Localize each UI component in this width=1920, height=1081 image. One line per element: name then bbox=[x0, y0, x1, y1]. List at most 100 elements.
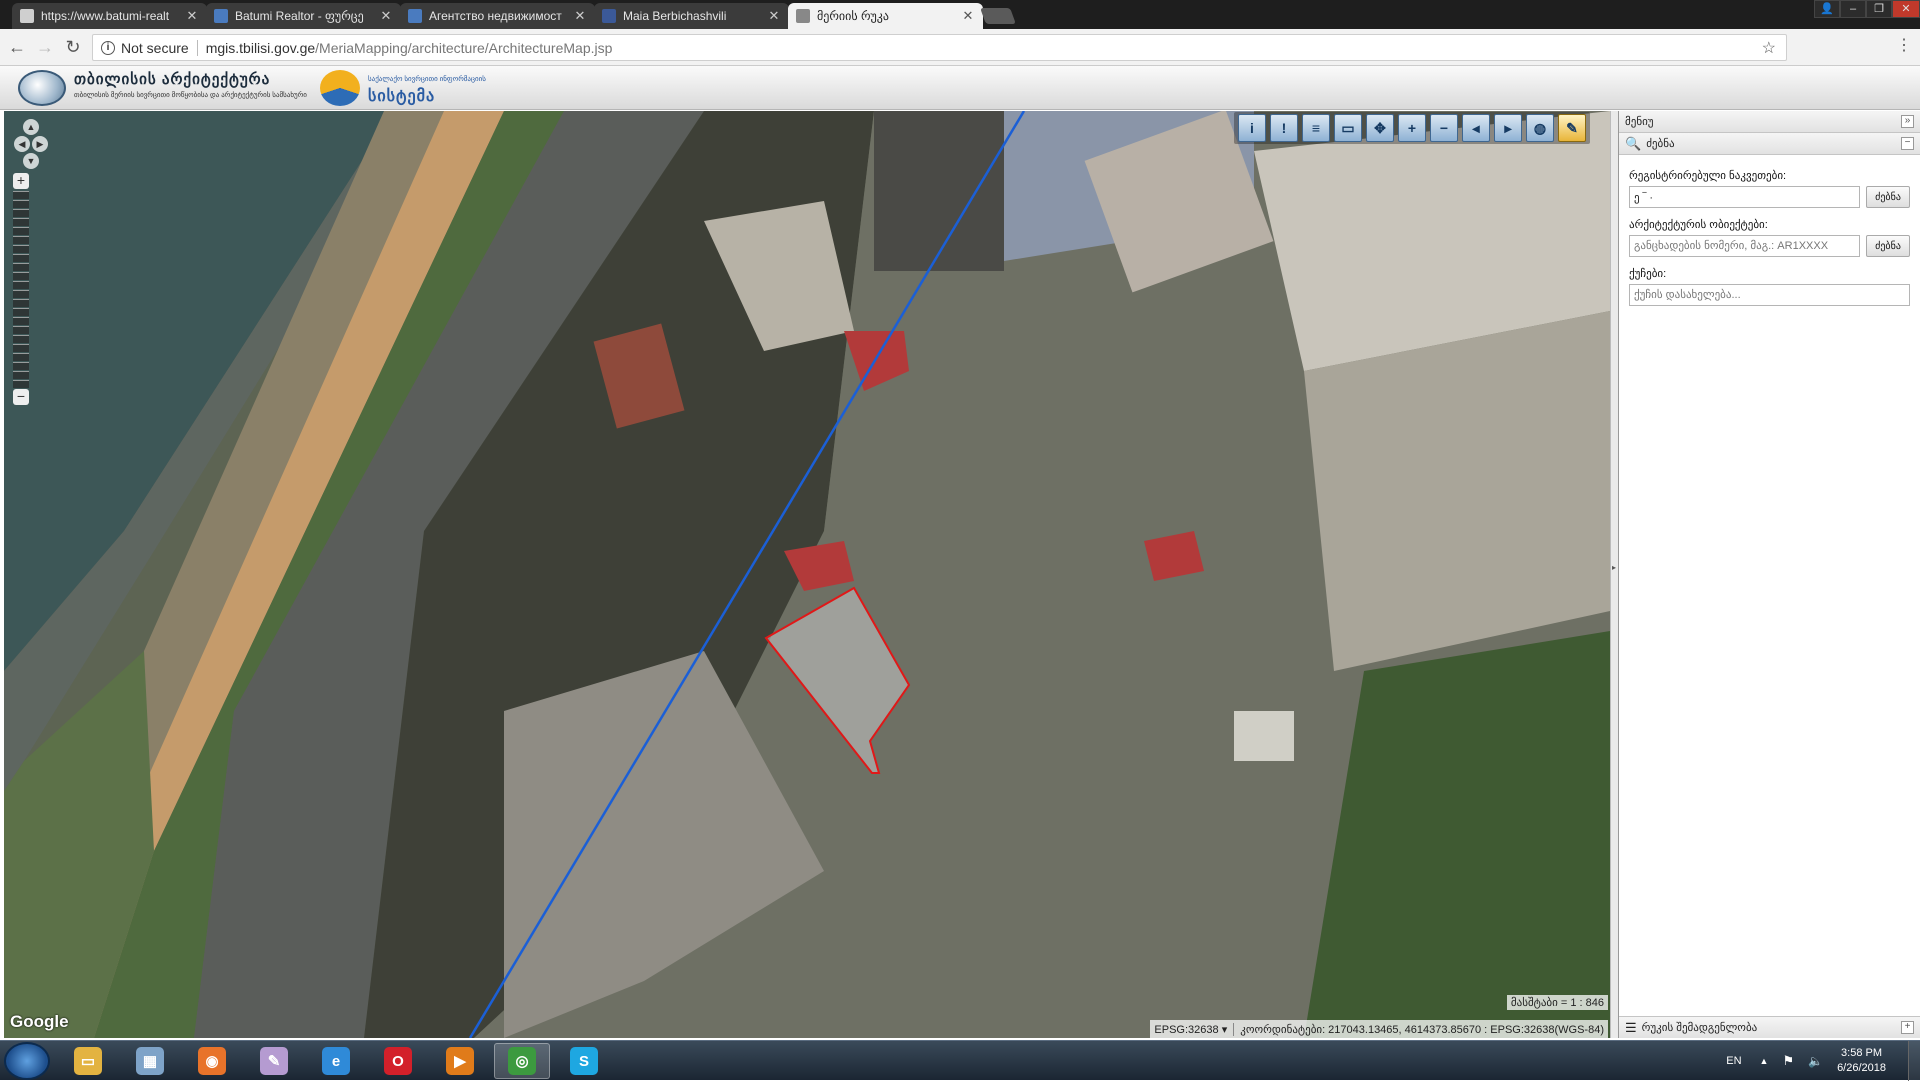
browser-tab[interactable]: Maia Berbichashvili ✕ bbox=[594, 3, 789, 29]
object-input[interactable] bbox=[1629, 235, 1860, 257]
collapse-section-icon[interactable]: − bbox=[1901, 137, 1914, 150]
system-tray: EN ▲ ⚑ 🔈 3:58 PM 6/26/2018 bbox=[1726, 1041, 1920, 1081]
back-icon[interactable]: ← bbox=[6, 37, 28, 59]
start-button[interactable] bbox=[4, 1042, 50, 1080]
forward-icon[interactable]: → bbox=[34, 37, 56, 59]
tab-close-icon[interactable]: ✕ bbox=[961, 8, 975, 24]
tab-close-icon[interactable]: ✕ bbox=[767, 8, 781, 24]
tab-close-icon[interactable]: ✕ bbox=[573, 8, 587, 24]
info-alt-icon[interactable]: ! bbox=[1270, 114, 1298, 142]
search-title: ძებნა bbox=[1646, 138, 1675, 150]
taskbar-app[interactable]: ▦ bbox=[122, 1043, 178, 1079]
action-center-flag-icon[interactable]: ⚑ bbox=[1782, 1053, 1794, 1069]
info-icon[interactable]: i bbox=[1238, 114, 1266, 142]
taskbar-app[interactable]: ▭ bbox=[60, 1043, 116, 1079]
pan-control: ▲ ◀ ▶ ▼ bbox=[14, 119, 48, 171]
tbilisi-architecture-logo[interactable]: თბილისის არქიტექტურა თბილისის მერიის სივ… bbox=[18, 70, 307, 106]
pan-left-icon[interactable]: ◀ bbox=[14, 136, 30, 152]
zoom-next-icon[interactable]: ▸ bbox=[1494, 114, 1522, 142]
street-input[interactable] bbox=[1629, 284, 1910, 306]
collapse-arrow-icon[interactable]: ▸ bbox=[1612, 563, 1616, 572]
taskbar-app-active[interactable]: ◎ bbox=[494, 1043, 550, 1079]
file-explorer-icon: ▭ bbox=[74, 1047, 102, 1075]
map-view[interactable]: ▲ ◀ ▶ ▼ + − i ! ≡ ▭ ✥ + − ◂ ▸ ◍ ✎ Google… bbox=[4, 111, 1610, 1038]
architecture-emblem-icon bbox=[18, 70, 66, 106]
measure-icon[interactable]: ▭ bbox=[1334, 114, 1362, 142]
zoom-out-icon[interactable]: − bbox=[1430, 114, 1458, 142]
reload-icon[interactable]: ↻ bbox=[62, 37, 84, 59]
cadastral-search-button[interactable]: ძებნა bbox=[1866, 186, 1910, 208]
logo-title: თბილისის არქიტექტურა bbox=[74, 71, 271, 88]
show-desktop-button[interactable] bbox=[1908, 1041, 1920, 1081]
info-icon[interactable]: i bbox=[101, 40, 115, 55]
pencil-icon[interactable]: ✎ bbox=[1558, 114, 1586, 142]
cadastral-row: ძებნა bbox=[1629, 186, 1910, 208]
satellite-imagery bbox=[4, 111, 1610, 1038]
zoom-out-button[interactable]: − bbox=[13, 389, 29, 405]
chevron-down-icon: ▾ bbox=[1221, 1023, 1228, 1036]
zoom-in-button[interactable]: + bbox=[13, 173, 29, 189]
firefox-icon: ◉ bbox=[198, 1047, 226, 1075]
map-toolbar: i ! ≡ ▭ ✥ + − ◂ ▸ ◍ ✎ bbox=[1234, 112, 1590, 144]
spatial-system-emblem-icon bbox=[320, 70, 360, 106]
coordinate-status-bar: EPSG:32638 ▾ კოორდინატები: 217043.13465,… bbox=[1150, 1020, 1608, 1038]
bookmark-star-icon[interactable]: ☆ bbox=[1762, 38, 1776, 58]
taskbar-app[interactable]: e bbox=[308, 1043, 364, 1079]
language-indicator[interactable]: EN bbox=[1726, 1055, 1741, 1067]
chrome-icon: ◎ bbox=[508, 1047, 536, 1075]
internet-explorer-icon: e bbox=[322, 1047, 350, 1075]
new-tab-button[interactable] bbox=[980, 8, 1016, 24]
user-icon[interactable]: 👤 bbox=[1814, 0, 1840, 18]
browser-menu-icon[interactable]: ⋮ bbox=[1896, 36, 1912, 56]
pan-down-icon[interactable]: ▼ bbox=[23, 153, 39, 169]
spatial-info-system-logo[interactable]: საქალაქო სივრცითი ინფორმაციის სისტემა bbox=[320, 70, 486, 106]
coordinates-readout: კოორდინატები: 217043.13465, 4614373.8567… bbox=[1240, 1023, 1604, 1036]
logo-subtitle: თბილისის მერიის სივრცითი მოწყობისა და არ… bbox=[74, 92, 307, 99]
address-bar[interactable]: i Not secure mgis.tbilisi.gov.ge /MeriaM… bbox=[92, 34, 1787, 61]
zoom-in-icon[interactable]: + bbox=[1398, 114, 1426, 142]
restore-icon[interactable]: ❐ bbox=[1866, 0, 1892, 18]
pan-icon[interactable]: ✥ bbox=[1366, 114, 1394, 142]
object-search-button[interactable]: ძებნა bbox=[1866, 235, 1910, 257]
windows-taskbar: ▭ ▦ ◉ ✎ e O ▶ ◎ S EN ▲ ⚑ 🔈 3:58 PM 6/26/… bbox=[0, 1040, 1920, 1081]
object-label: არქიტექტურის ობიექტები: bbox=[1629, 219, 1768, 231]
search-icon: 🔍 bbox=[1625, 135, 1642, 151]
side-panel: მენიუ » 🔍 ძებნა − რეგისტრირებული ნაკვეთე… bbox=[1618, 111, 1920, 1038]
browser-tab[interactable]: Batumi Realtor - ფურცე ✕ bbox=[206, 3, 401, 29]
taskbar-app[interactable]: O bbox=[370, 1043, 426, 1079]
expand-section-icon[interactable]: + bbox=[1901, 1021, 1914, 1034]
skype-icon: S bbox=[570, 1047, 598, 1075]
clock[interactable]: 3:58 PM 6/26/2018 bbox=[1837, 1046, 1886, 1076]
minimize-icon[interactable]: – bbox=[1840, 0, 1866, 18]
layers-section-header[interactable]: ☰ რუკის შემადგენლობა + bbox=[1619, 1016, 1920, 1038]
volume-icon[interactable]: 🔈 bbox=[1808, 1054, 1823, 1068]
zoom-previous-icon[interactable]: ◂ bbox=[1462, 114, 1490, 142]
pan-up-icon[interactable]: ▲ bbox=[23, 119, 39, 135]
layers-icon: ☰ bbox=[1625, 1019, 1637, 1035]
window-close-icon[interactable]: ✕ bbox=[1892, 0, 1920, 18]
browser-tab-active[interactable]: მერიის რუკა ✕ bbox=[788, 3, 983, 29]
taskbar-app[interactable]: ✎ bbox=[246, 1043, 302, 1079]
browser-tab[interactable]: Агентство недвижимост ✕ bbox=[400, 3, 595, 29]
pan-right-icon[interactable]: ▶ bbox=[32, 136, 48, 152]
tab-favicon-icon bbox=[20, 9, 34, 23]
epsg-select[interactable]: EPSG:32638 ▾ bbox=[1154, 1022, 1235, 1036]
search-section-header: 🔍 ძებნა − bbox=[1619, 133, 1920, 155]
collapse-panel-icon[interactable]: » bbox=[1901, 115, 1914, 128]
media-player-icon: ▶ bbox=[446, 1047, 474, 1075]
search-form: რეგისტრირებული ნაკვეთები: ძებნა არქიტექტ… bbox=[1619, 155, 1920, 314]
globe-icon[interactable]: ◍ bbox=[1526, 114, 1554, 142]
panel-splitter[interactable]: ▸ bbox=[1610, 111, 1618, 1038]
taskbar-app[interactable]: S bbox=[556, 1043, 612, 1079]
zoom-slider[interactable]: + − bbox=[13, 173, 29, 423]
tab-close-icon[interactable]: ✕ bbox=[185, 8, 199, 24]
tab-close-icon[interactable]: ✕ bbox=[379, 8, 393, 24]
taskbar-app[interactable]: ◉ bbox=[184, 1043, 240, 1079]
cadastral-input[interactable] bbox=[1629, 186, 1860, 208]
taskbar-app[interactable]: ▶ bbox=[432, 1043, 488, 1079]
tab-title: Batumi Realtor - ფურცე bbox=[235, 9, 364, 23]
url-host: mgis.tbilisi.gov.ge bbox=[205, 39, 316, 56]
layers-list-icon[interactable]: ≡ bbox=[1302, 114, 1330, 142]
browser-tab[interactable]: https://www.batumi-realt ✕ bbox=[12, 3, 207, 29]
tray-expand-icon[interactable]: ▲ bbox=[1760, 1056, 1769, 1066]
